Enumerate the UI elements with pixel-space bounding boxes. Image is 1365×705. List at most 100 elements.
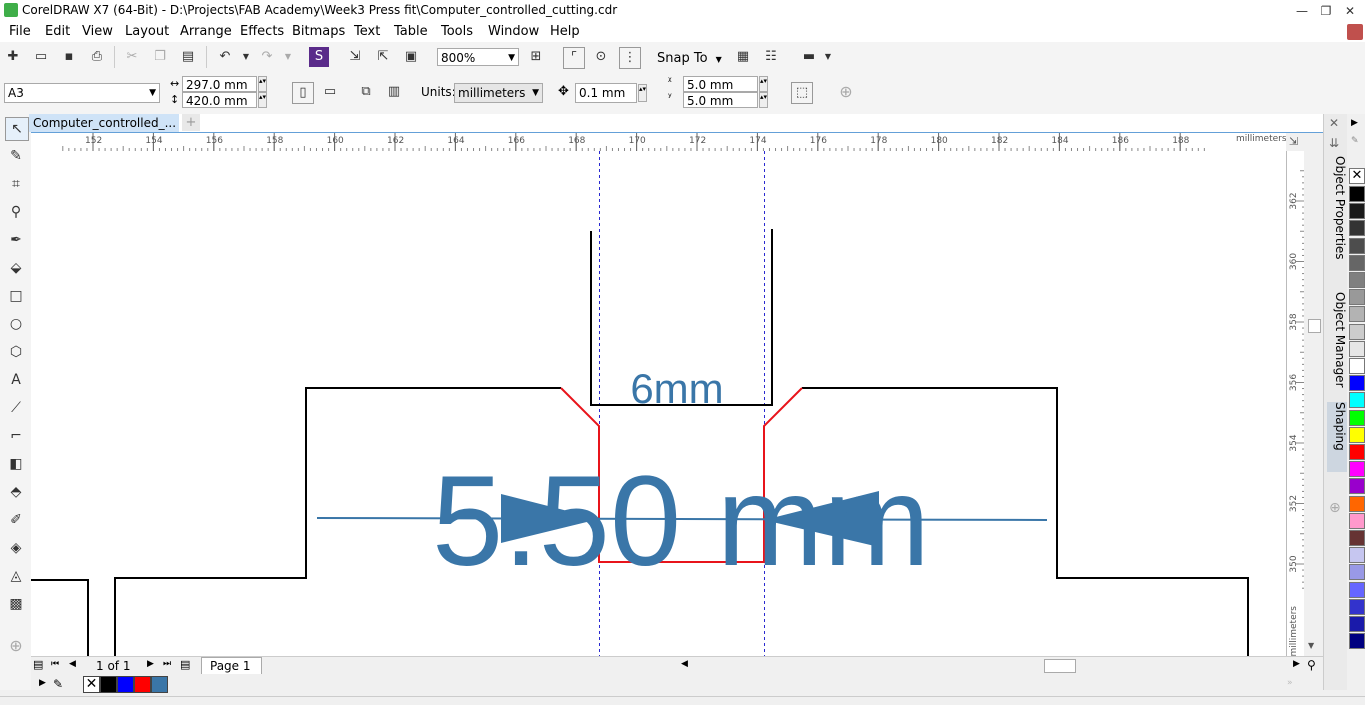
palette-swatch[interactable]: [1349, 254, 1365, 271]
menu-table[interactable]: Table: [394, 24, 428, 39]
application-launcher-icon[interactable]: ▬: [799, 47, 819, 67]
smart-fill-tool-icon[interactable]: ⬙: [5, 257, 27, 279]
print-icon[interactable]: ⎙: [87, 47, 107, 67]
palette-swatch[interactable]: [1349, 616, 1365, 632]
duplicate-y-spinner[interactable]: ▴▾: [759, 92, 768, 108]
dimension-value-label[interactable]: 5.50 mm: [432, 450, 930, 593]
document-palette-swatch[interactable]: [117, 676, 134, 693]
welcome-screen-icon[interactable]: ▦: [733, 47, 753, 67]
scroll-down-icon[interactable]: ▼: [1308, 641, 1314, 650]
show-grid-icon[interactable]: ⊙: [591, 47, 611, 67]
undo-icon[interactable]: ↶: [215, 47, 235, 67]
page-width-field[interactable]: 297.0 mm: [182, 76, 257, 92]
palette-swatch[interactable]: [1349, 306, 1365, 323]
vertical-ruler[interactable]: 362 360 358 356 354 352 350 millimeters: [1286, 151, 1305, 656]
ruler-origin-icon[interactable]: ⇲: [1289, 135, 1298, 148]
horizontal-scroll-thumb[interactable]: [1044, 659, 1076, 673]
full-screen-preview-icon[interactable]: ⊞: [526, 47, 546, 67]
nudge-distance-field[interactable]: 0.1 mm: [575, 83, 637, 103]
add-page-icon[interactable]: ▤: [180, 658, 190, 671]
menu-edit[interactable]: Edit: [45, 24, 70, 39]
menu-effects[interactable]: Effects: [240, 24, 284, 39]
left-piece-outline[interactable]: [31, 579, 89, 656]
palette-swatch[interactable]: [1349, 186, 1365, 202]
palette-swatch[interactable]: [1349, 461, 1365, 478]
tab-object-manager[interactable]: Object Manager: [1327, 292, 1347, 388]
zoom-level-combo[interactable]: 800% ▼: [437, 48, 519, 66]
save-icon[interactable]: ▪: [59, 47, 79, 67]
menu-view[interactable]: View: [82, 24, 113, 39]
publish-pdf-icon[interactable]: ▣: [401, 47, 421, 67]
document-palette-eyedropper-icon[interactable]: ✎: [53, 677, 63, 691]
import-icon[interactable]: ⇲: [345, 47, 365, 67]
palette-swatch[interactable]: [1349, 409, 1365, 426]
menu-layout[interactable]: Layout: [125, 24, 169, 39]
paste-icon[interactable]: ▤: [178, 47, 198, 67]
options-icon[interactable]: ☷: [761, 47, 781, 67]
ellipse-tool-icon[interactable]: ○: [5, 313, 27, 335]
portrait-icon[interactable]: ▯: [292, 82, 314, 104]
duplicate-x-spinner[interactable]: ▴▾: [759, 76, 768, 92]
nudge-spinner[interactable]: ▴▾: [638, 84, 647, 102]
vertical-scrollbar[interactable]: ▼: [1304, 151, 1323, 656]
page-size-combo[interactable]: A3 ▼: [4, 83, 160, 103]
close-button[interactable]: ✕: [1338, 2, 1362, 20]
crop-tool-icon[interactable]: ⌗: [5, 173, 27, 195]
page-height-field[interactable]: 420.0 mm: [182, 92, 257, 108]
undo-dropdown-icon[interactable]: ▼: [236, 47, 256, 67]
palette-swatch[interactable]: [1349, 426, 1365, 443]
menu-window[interactable]: Window: [488, 24, 539, 39]
document-tab[interactable]: Computer_controlled_...: [29, 114, 179, 132]
palette-scroll-right-icon[interactable]: ▶: [1351, 118, 1358, 128]
palette-swatch[interactable]: [1349, 358, 1365, 374]
palette-swatch[interactable]: [1349, 323, 1365, 340]
show-rulers-icon[interactable]: ⌜: [563, 47, 585, 69]
next-page-icon[interactable]: ▶: [147, 659, 154, 669]
corel-connect-icon[interactable]: S: [309, 47, 329, 67]
palette-swatch[interactable]: [1349, 478, 1365, 495]
drop-shadow-tool-icon[interactable]: ◧: [5, 453, 27, 475]
duplicate-x-field[interactable]: 5.0 mm: [683, 76, 758, 92]
parallel-dimension-tool-icon[interactable]: ⟋: [5, 397, 27, 419]
last-page-icon[interactable]: ⏭: [163, 659, 171, 669]
tab-object-properties[interactable]: Object Properties: [1327, 156, 1347, 260]
document-palette-swatch[interactable]: [151, 676, 168, 693]
snap-to-dropdown[interactable]: Snap To ▼: [657, 51, 722, 66]
palette-swatch[interactable]: [1349, 220, 1365, 237]
docker-collapse-icon[interactable]: ⇊: [1329, 136, 1339, 150]
smart-drawing-tool-icon[interactable]: ◬: [5, 565, 27, 587]
text-tool-icon[interactable]: A: [5, 369, 27, 391]
document-palette-swatch[interactable]: [134, 676, 151, 693]
add-toolbar-icon[interactable]: ⊕: [836, 82, 856, 102]
menu-help[interactable]: Help: [550, 24, 580, 39]
freehand-tool-icon[interactable]: ✒: [5, 229, 27, 251]
redo-icon[interactable]: ↷: [257, 47, 277, 67]
palette-swatch[interactable]: [1349, 581, 1365, 598]
palette-swatch[interactable]: [1349, 392, 1365, 409]
menu-text[interactable]: Text: [354, 24, 380, 39]
duplicate-y-field[interactable]: 5.0 mm: [683, 92, 758, 108]
polygon-tool-icon[interactable]: ⬡: [5, 341, 27, 363]
palette-eyedropper-icon[interactable]: ✎: [1351, 136, 1359, 146]
menu-bitmaps[interactable]: Bitmaps: [292, 24, 345, 39]
height-spinner[interactable]: ▴▾: [258, 92, 267, 108]
mesh-fill-tool-icon[interactable]: ▩: [5, 593, 27, 615]
shape-tool-icon[interactable]: ✎: [5, 145, 27, 167]
vertical-scroll-thumb[interactable]: [1308, 319, 1321, 333]
open-folder-icon[interactable]: ▭: [31, 47, 51, 67]
palette-swatch[interactable]: [1349, 237, 1365, 254]
add-docker-icon[interactable]: ⊕: [1329, 500, 1341, 516]
transparency-tool-icon[interactable]: ⬘: [5, 481, 27, 503]
connector-tool-icon[interactable]: ⌐: [5, 425, 27, 447]
treat-as-filled-icon[interactable]: ⬚: [791, 82, 813, 104]
tab-shaping[interactable]: Shaping: [1327, 402, 1347, 472]
maximize-button[interactable]: ❐: [1314, 2, 1338, 20]
palette-swatch[interactable]: [1349, 564, 1365, 581]
palette-swatch[interactable]: [1349, 375, 1365, 392]
zoom-tool-icon[interactable]: ⚲: [5, 201, 27, 223]
palette-swatch[interactable]: [1349, 289, 1365, 306]
palette-swatch[interactable]: [1349, 495, 1365, 512]
all-pages-icon[interactable]: ⧉: [356, 82, 376, 102]
palette-swatch[interactable]: [1349, 272, 1365, 288]
width-spinner[interactable]: ▴▾: [258, 76, 267, 92]
